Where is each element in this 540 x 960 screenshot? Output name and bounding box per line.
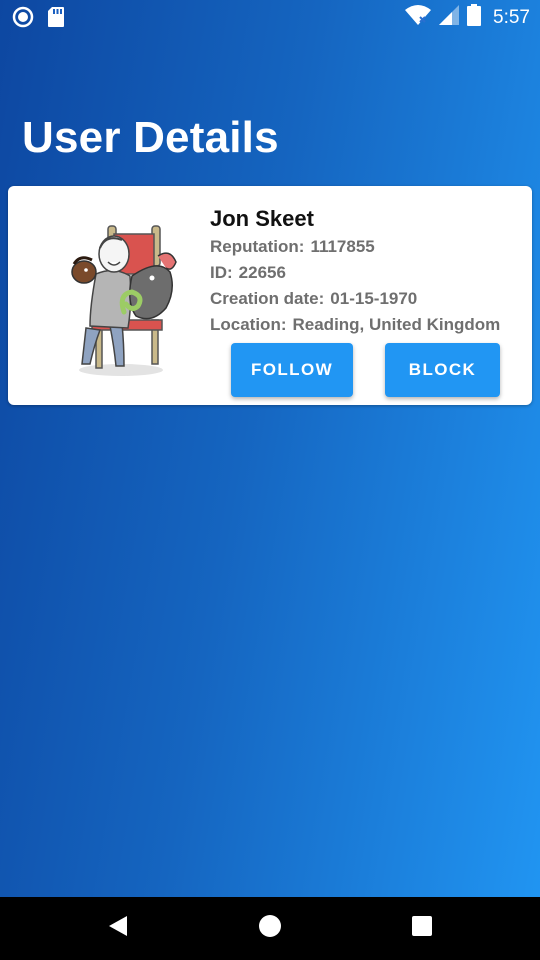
user-info: Jon Skeet Reputation: 1117855 ID: 22656 Cr… xyxy=(210,204,500,342)
reputation-value: 1117855 xyxy=(310,237,375,256)
user-name: Jon Skeet xyxy=(210,206,314,231)
battery-icon xyxy=(467,4,482,31)
creation-date-row: Creation date: 01-15-1970 xyxy=(210,290,500,308)
screen: 5:57 User Details Jon Skeet Reputation: … xyxy=(0,0,540,960)
status-bar: 5:57 xyxy=(0,0,540,34)
status-bar-right: 5:57 xyxy=(405,4,530,31)
location-row: Location: Reading, United Kingdom xyxy=(210,316,500,334)
avatar xyxy=(66,216,186,380)
page-title: User Details xyxy=(22,113,279,162)
creation-date-value: 01-15-1970 xyxy=(330,289,418,308)
block-button[interactable]: BLOCK xyxy=(385,343,500,397)
circle-notification-icon xyxy=(12,6,34,33)
navigation-bar xyxy=(0,897,540,960)
home-button[interactable] xyxy=(230,897,310,960)
id-value: 22656 xyxy=(238,263,286,282)
status-time: 5:57 xyxy=(493,6,530,28)
id-label: ID: xyxy=(210,263,233,282)
reputation-row: Reputation: 1117855 xyxy=(210,238,500,256)
reputation-label: Reputation: xyxy=(210,237,305,256)
location-label: Location: xyxy=(210,315,287,334)
id-row: ID: 22656 xyxy=(210,264,500,282)
back-icon xyxy=(107,914,129,943)
user-card: Jon Skeet Reputation: 1117855 ID: 22656 Cr… xyxy=(8,186,532,405)
wifi-icon xyxy=(405,4,432,31)
back-button[interactable] xyxy=(78,897,158,960)
creation-date-label: Creation date: xyxy=(210,289,325,308)
home-icon xyxy=(258,914,282,943)
location-value: Reading, United Kingdom xyxy=(292,315,501,334)
sd-card-icon xyxy=(48,7,64,32)
status-bar-left xyxy=(12,6,64,33)
follow-button[interactable]: FOLLOW xyxy=(231,343,353,397)
recent-apps-icon xyxy=(411,915,433,942)
cell-signal-icon xyxy=(439,5,460,30)
recent-apps-button[interactable] xyxy=(382,897,462,960)
